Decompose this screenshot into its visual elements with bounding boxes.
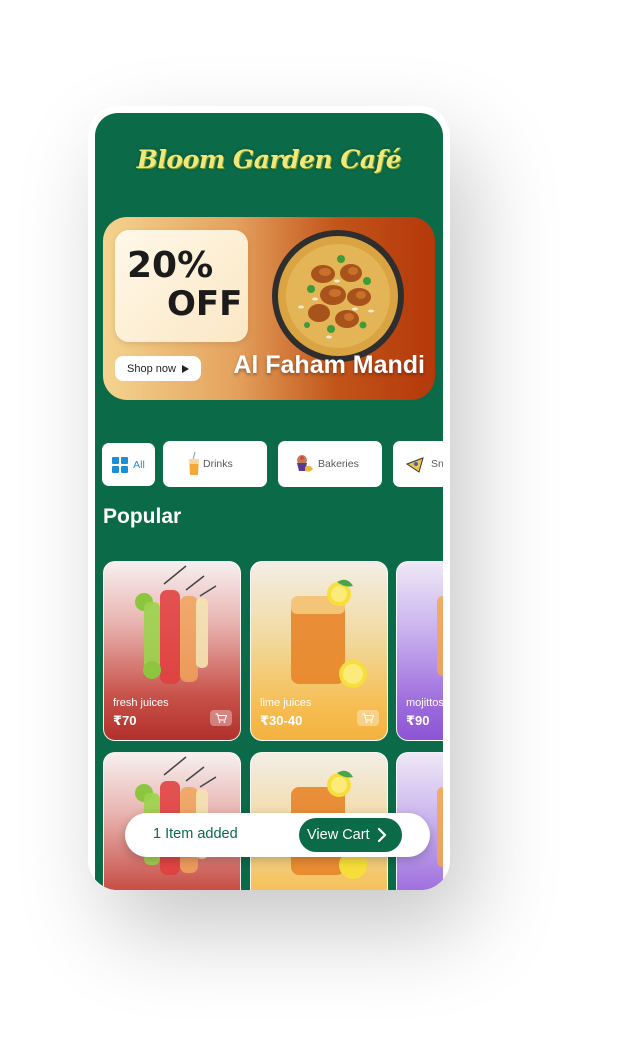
grid-icon	[112, 456, 129, 473]
discount-suffix: OFF	[167, 284, 243, 324]
product-price: ₹70	[113, 713, 137, 728]
shop-now-button[interactable]: Shop now	[115, 356, 201, 381]
cart-icon	[215, 713, 227, 723]
product-name: lime juices	[260, 697, 312, 709]
app-logo: Bloom Garden Café	[136, 145, 402, 174]
mojito-image	[437, 596, 443, 676]
phone-frame: Bloom Garden Café 20% OFF Shop now Al Fa…	[88, 106, 450, 890]
section-title-popular: Popular	[103, 505, 182, 528]
cupcake-icon	[297, 455, 313, 472]
cart-status: 1 Item added	[153, 826, 238, 842]
cart-icon	[362, 713, 374, 723]
drink-icon	[189, 452, 199, 475]
discount-percent: 20%	[127, 245, 214, 286]
category-label: All	[133, 458, 145, 471]
dish-title: Al Faham Mandi	[233, 351, 425, 379]
app-screen: Bloom Garden Café 20% OFF Shop now Al Fa…	[95, 113, 443, 890]
discount-card: 20% OFF	[115, 230, 248, 342]
cart-summary-bar: 1 Item added View Cart	[125, 813, 430, 857]
add-to-cart-button[interactable]	[210, 710, 232, 726]
play-icon	[181, 364, 189, 373]
category-drinks[interactable]: Drinks	[163, 441, 267, 487]
snack-icon	[405, 457, 424, 473]
category-label: Sn	[431, 458, 443, 470]
promo-banner[interactable]: 20% OFF Shop now Al Faham Mandi	[103, 217, 435, 400]
iced-tea-image	[291, 579, 367, 688]
add-to-cart-button[interactable]	[357, 710, 379, 726]
product-card-fresh-juices[interactable]: fresh juices ₹70	[103, 561, 241, 741]
chevron-right-icon	[377, 827, 386, 843]
category-label: Bakeries	[318, 458, 359, 470]
category-label: Drinks	[203, 458, 233, 470]
category-all[interactable]: All	[102, 443, 155, 486]
shop-now-label: Shop now	[127, 362, 176, 375]
category-bakeries[interactable]: Bakeries	[278, 441, 382, 487]
category-snacks[interactable]: Sn	[393, 441, 443, 487]
view-cart-label: View Cart	[307, 827, 370, 843]
product-name: mojittos	[406, 697, 443, 709]
product-price: ₹90	[406, 713, 430, 728]
juice-glasses-image	[135, 565, 217, 684]
product-card-mojittos[interactable]: mojittos ₹90	[396, 561, 443, 741]
product-card-lime-juices[interactable]: lime juices ₹30-40	[250, 561, 388, 741]
mandi-dish-image	[272, 230, 404, 362]
view-cart-button[interactable]: View Cart	[299, 818, 402, 852]
product-name: fresh juices	[113, 697, 169, 709]
product-price: ₹30-40	[260, 713, 303, 728]
category-bar: All Drinks Bakeries Sn	[95, 441, 443, 491]
